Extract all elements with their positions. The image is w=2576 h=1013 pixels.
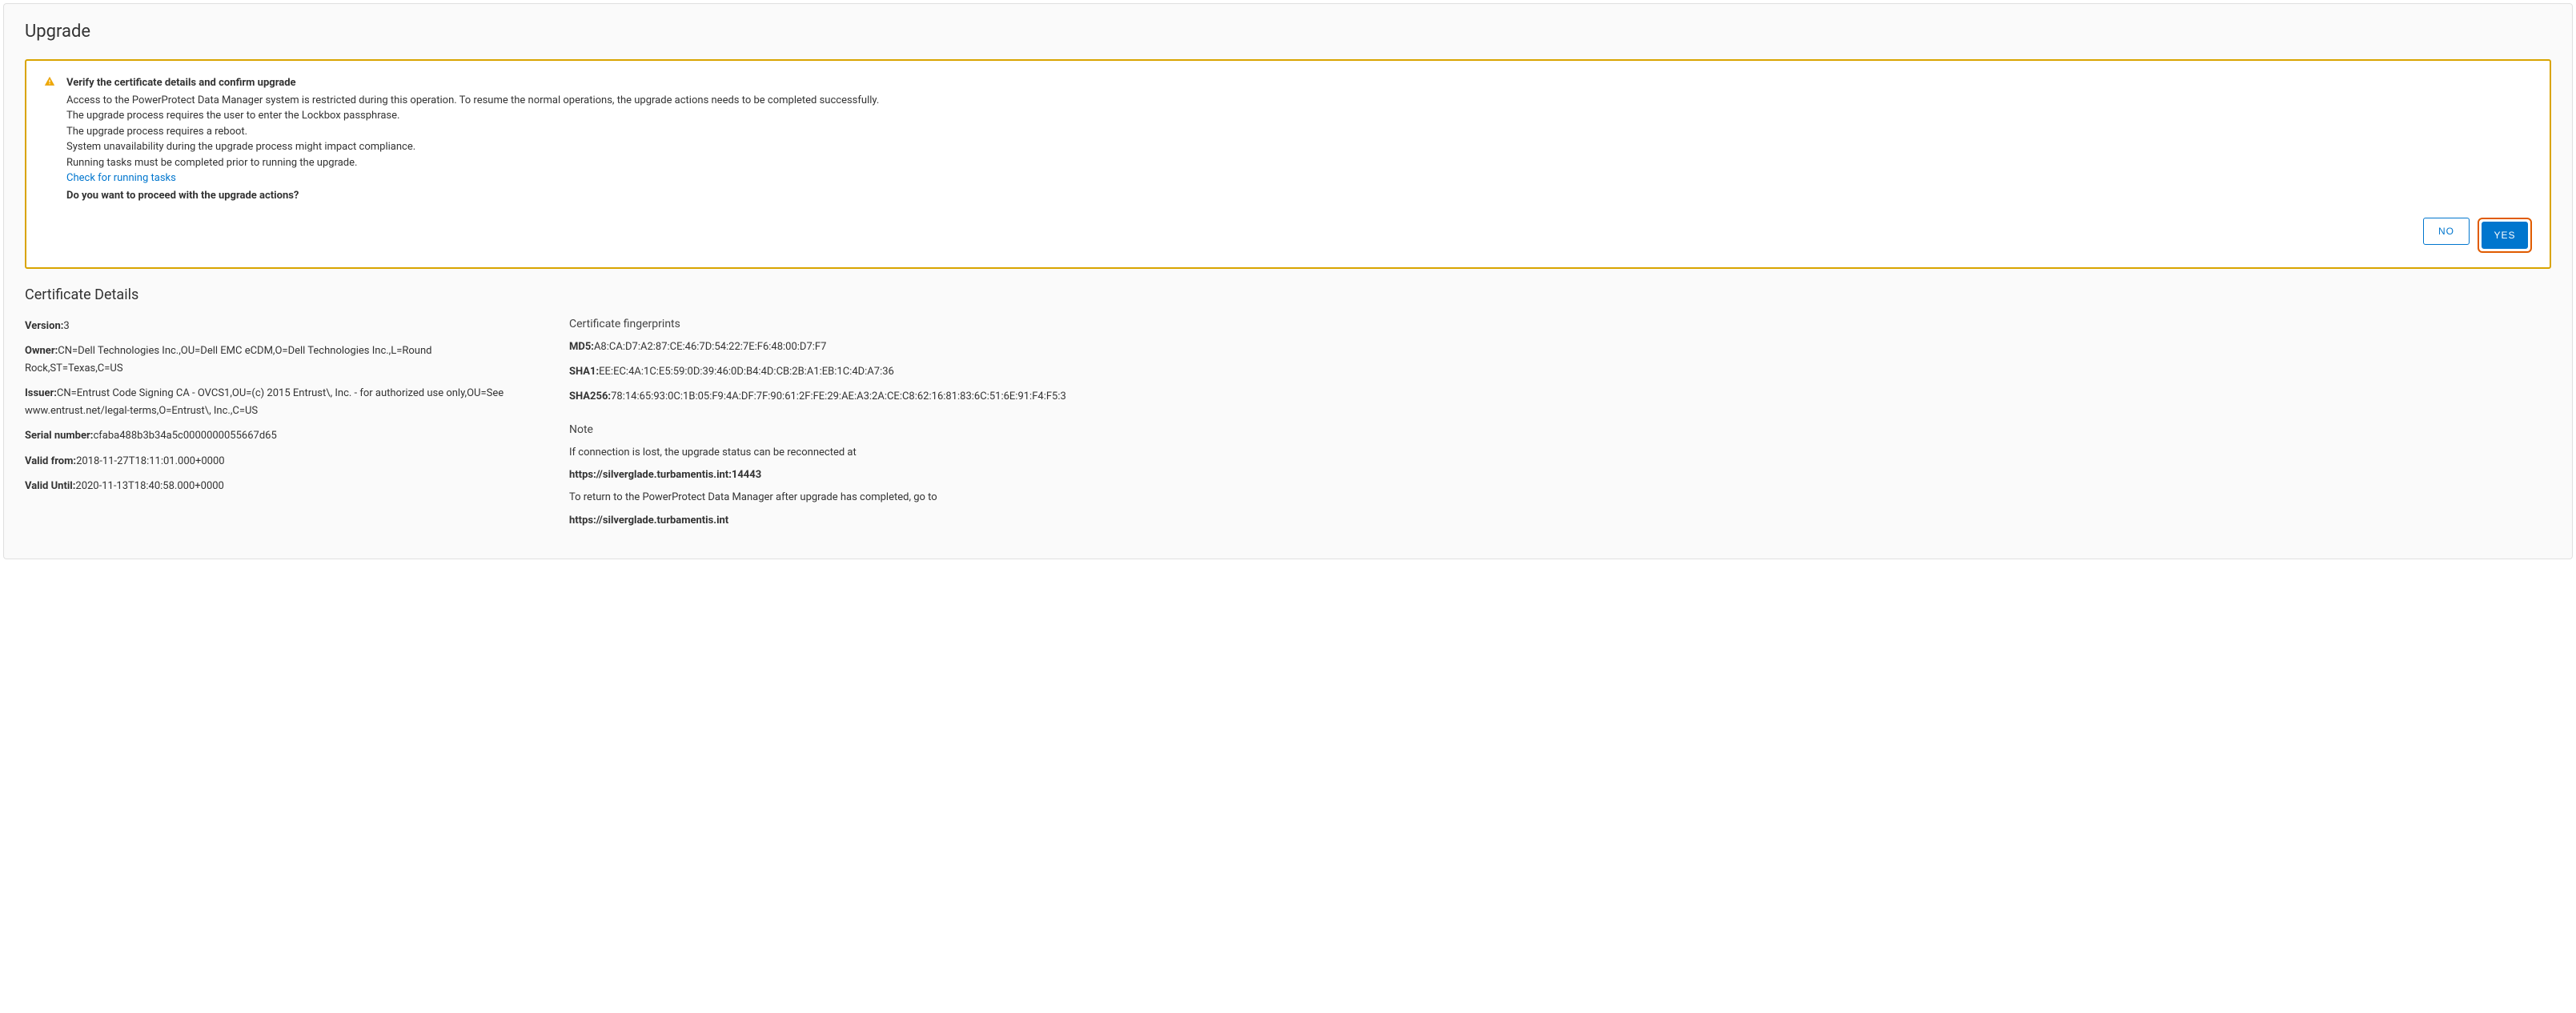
note-line-1: If connection is lost, the upgrade statu… bbox=[569, 444, 2551, 462]
alert-question: Do you want to proceed with the upgrade … bbox=[66, 188, 2532, 204]
upgrade-page: Upgrade Verify the certificate details a… bbox=[3, 3, 2573, 559]
sha1-label: SHA1: bbox=[569, 366, 599, 378]
alert-line: The upgrade process requires a reboot. bbox=[66, 124, 2532, 140]
cert-issuer: Issuer:CN=Entrust Code Signing CA - OVCS… bbox=[25, 385, 521, 420]
alert-line: The upgrade process requires the user to… bbox=[66, 108, 2532, 124]
cert-version: Version:3 bbox=[25, 318, 521, 335]
cert-owner-label: Owner: bbox=[25, 345, 58, 357]
note-url-2: https://silverglade.turbamentis.int bbox=[569, 512, 2551, 530]
certificate-details-left: Version:3 Owner:CN=Dell Technologies Inc… bbox=[25, 318, 521, 535]
yes-button-highlight: YES bbox=[2478, 218, 2532, 253]
md5-label: MD5: bbox=[569, 341, 594, 353]
alert-button-row: NO YES bbox=[44, 218, 2532, 253]
certificate-details-heading: Certificate Details bbox=[25, 286, 2551, 303]
sha1-value: EE:EC:4A:1C:E5:59:0D:39:46:0D:B4:4D:CB:2… bbox=[599, 366, 894, 378]
md5-value: A8:CA:D7:A2:87:CE:46:7D:54:22:7E:F6:48:0… bbox=[594, 341, 826, 353]
cert-version-value: 3 bbox=[63, 320, 69, 332]
cert-owner-value: CN=Dell Technologies Inc.,OU=Dell EMC eC… bbox=[25, 345, 431, 374]
cert-serial: Serial number:cfaba488b3b34a5c0000000055… bbox=[25, 427, 521, 445]
cert-valid-from-label: Valid from: bbox=[25, 455, 76, 467]
cert-issuer-label: Issuer: bbox=[25, 387, 57, 399]
yes-button[interactable]: YES bbox=[2482, 222, 2528, 249]
fingerprint-md5: MD5:A8:CA:D7:A2:87:CE:46:7D:54:22:7E:F6:… bbox=[569, 338, 2551, 356]
cert-valid-from-value: 2018-11-27T18:11:01.000+0000 bbox=[76, 455, 224, 467]
note-url-1: https://silverglade.turbamentis.int:1444… bbox=[569, 466, 2551, 484]
page-title: Upgrade bbox=[25, 22, 2551, 42]
warning-icon bbox=[44, 76, 55, 87]
cert-serial-value: cfaba488b3b34a5c0000000055667d65 bbox=[93, 430, 276, 442]
note-heading: Note bbox=[569, 423, 2551, 436]
cert-version-label: Version: bbox=[25, 320, 63, 332]
cert-valid-from: Valid from:2018-11-27T18:11:01.000+0000 bbox=[25, 453, 521, 470]
no-button[interactable]: NO bbox=[2423, 218, 2470, 245]
fingerprint-sha256: SHA256:78:14:65:93:0C:1B:05:F9:4A:DF:7F:… bbox=[569, 388, 2551, 406]
fingerprint-sha1: SHA1:EE:EC:4A:1C:E5:59:0D:39:46:0D:B4:4D… bbox=[569, 363, 2551, 381]
upgrade-confirm-alert: Verify the certificate details and confi… bbox=[25, 59, 2551, 269]
certificate-details-columns: Version:3 Owner:CN=Dell Technologies Inc… bbox=[25, 318, 2551, 535]
alert-line: System unavailability during the upgrade… bbox=[66, 139, 2532, 155]
fingerprints-heading: Certificate fingerprints bbox=[569, 318, 2551, 330]
note-line-2: To return to the PowerProtect Data Manag… bbox=[569, 489, 2551, 506]
cert-serial-label: Serial number: bbox=[25, 430, 93, 442]
sha256-value: 78:14:65:93:0C:1B:05:F9:4A:DF:7F:90:61:2… bbox=[611, 390, 1066, 402]
cert-valid-until-value: 2020-11-13T18:40:58.000+0000 bbox=[75, 480, 223, 492]
note-block: Note If connection is lost, the upgrade … bbox=[569, 423, 2551, 529]
alert-line: Running tasks must be completed prior to… bbox=[66, 155, 2532, 171]
cert-issuer-value: CN=Entrust Code Signing CA - OVCS1,OU=(c… bbox=[25, 387, 504, 417]
alert-title: Verify the certificate details and confi… bbox=[66, 75, 2532, 91]
check-running-tasks-link[interactable]: Check for running tasks bbox=[66, 172, 176, 184]
alert-text-body: Verify the certificate details and confi… bbox=[66, 75, 2532, 203]
sha256-label: SHA256: bbox=[569, 390, 611, 402]
cert-owner: Owner:CN=Dell Technologies Inc.,OU=Dell … bbox=[25, 342, 521, 378]
alert-line: Access to the PowerProtect Data Manager … bbox=[66, 93, 2532, 109]
cert-valid-until: Valid Until:2020-11-13T18:40:58.000+0000 bbox=[25, 478, 521, 495]
cert-valid-until-label: Valid Until: bbox=[25, 480, 75, 492]
certificate-details-right: Certificate fingerprints MD5:A8:CA:D7:A2… bbox=[569, 318, 2551, 535]
